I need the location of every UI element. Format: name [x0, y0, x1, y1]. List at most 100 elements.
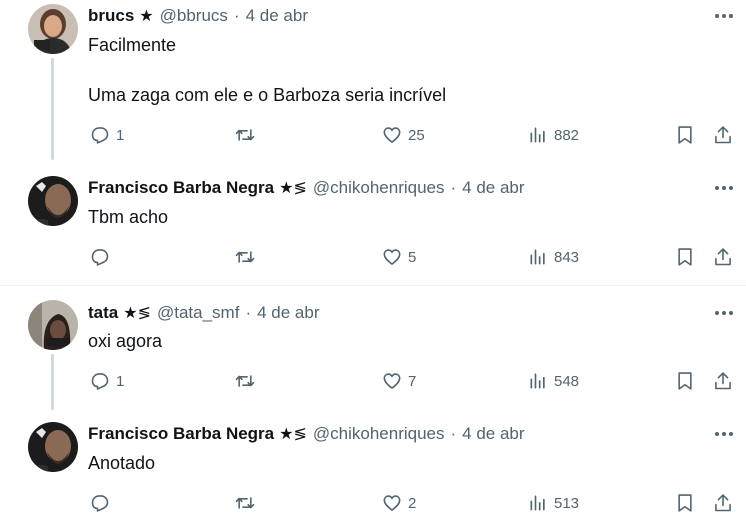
bookmark-button[interactable]	[675, 489, 695, 517]
reply-button[interactable]	[90, 243, 110, 271]
tweet-2[interactable]: Francisco Barba Negra ★≶ @chikohenriques…	[0, 160, 746, 286]
tweet-3[interactable]: tata ★≶ @tata_smf · 4 de abr oxi agora 1…	[0, 286, 746, 410]
tweet-date[interactable]: 4 de abr	[246, 6, 308, 26]
more-icon	[715, 14, 719, 18]
more-options-button[interactable]	[712, 424, 736, 444]
reply-button[interactable]	[90, 489, 110, 517]
more-options-button[interactable]	[712, 303, 736, 323]
views-button[interactable]: 513	[528, 489, 579, 517]
display-name[interactable]: Francisco Barba Negra	[88, 424, 274, 444]
avatar-chikohenriques[interactable]	[28, 176, 78, 226]
user-handle[interactable]: @tata_smf	[157, 303, 239, 323]
tweet-date[interactable]: 4 de abr	[462, 424, 524, 444]
more-icon	[715, 186, 719, 190]
like-count: 5	[408, 248, 417, 266]
share-button[interactable]	[713, 367, 733, 395]
share-button[interactable]	[713, 243, 733, 271]
bookmark-icon	[678, 248, 692, 266]
reply-button[interactable]: 1	[90, 121, 124, 149]
view-count: 882	[554, 126, 580, 144]
bookmark-icon	[678, 494, 692, 512]
heart-icon	[383, 373, 401, 389]
display-name[interactable]: brucs	[88, 6, 134, 26]
reply-count: 1	[116, 372, 125, 390]
like-button[interactable]: 2	[382, 489, 416, 517]
retweet-button[interactable]	[234, 243, 256, 271]
action-bar: 2 513	[0, 489, 746, 517]
share-button[interactable]	[713, 121, 733, 149]
heart-icon	[383, 249, 401, 265]
views-icon	[530, 249, 545, 265]
heart-icon	[383, 127, 401, 143]
tweet-text-line-2: Uma zaga com ele e o Barboza seria incrí…	[88, 85, 447, 105]
separator-dot: ·	[233, 6, 240, 25]
share-icon	[715, 372, 731, 390]
views-icon	[530, 373, 545, 389]
name-badge: ★≶	[123, 305, 151, 322]
user-handle[interactable]: @chikohenriques	[313, 424, 445, 444]
tweet-date[interactable]: 4 de abr	[257, 303, 319, 323]
more-icon	[715, 311, 719, 315]
like-button[interactable]: 7	[382, 367, 416, 395]
views-button[interactable]: 882	[528, 121, 579, 149]
like-button[interactable]: 5	[382, 243, 416, 271]
like-count: 2	[408, 494, 417, 512]
reply-button[interactable]: 1	[90, 367, 124, 395]
views-icon	[530, 495, 545, 511]
avatar-brucs[interactable]	[28, 4, 78, 54]
tweet-header: brucs ★ @bbrucs · 4 de abr	[88, 5, 308, 27]
heart-icon	[383, 495, 401, 511]
retweet-icon	[235, 375, 255, 387]
reply-icon	[91, 495, 109, 512]
tweet-text-line-1: Tbm acho	[88, 207, 169, 227]
bookmark-button[interactable]	[675, 243, 695, 271]
action-bar: 1 7 548	[0, 367, 746, 395]
action-bar: 1 25 882	[0, 121, 746, 149]
bookmark-icon	[678, 372, 692, 390]
view-count: 513	[554, 494, 580, 512]
separator-dot: ·	[450, 178, 457, 197]
share-icon	[715, 248, 731, 266]
tweet-date[interactable]: 4 de abr	[462, 178, 524, 198]
bookmark-icon	[678, 126, 692, 144]
tweet-header: tata ★≶ @tata_smf · 4 de abr	[88, 302, 320, 324]
share-button[interactable]	[713, 489, 733, 517]
bookmark-button[interactable]	[675, 367, 695, 395]
views-button[interactable]: 548	[528, 367, 579, 395]
display-name[interactable]: tata	[88, 303, 118, 323]
views-button[interactable]: 843	[528, 243, 579, 271]
view-count: 843	[554, 248, 580, 266]
like-button[interactable]: 25	[382, 121, 425, 149]
name-badge: ★≶	[279, 426, 307, 443]
more-options-button[interactable]	[712, 178, 736, 198]
separator-dot: ·	[245, 303, 252, 322]
more-options-button[interactable]	[712, 6, 736, 26]
bookmark-button[interactable]	[675, 121, 695, 149]
retweet-button[interactable]	[234, 489, 256, 517]
avatar-tata[interactable]	[28, 300, 78, 350]
display-name[interactable]: Francisco Barba Negra	[88, 178, 274, 198]
view-count: 548	[554, 372, 580, 390]
user-handle[interactable]: @bbrucs	[160, 6, 228, 26]
user-handle[interactable]: @chikohenriques	[313, 178, 445, 198]
like-count: 25	[408, 126, 425, 144]
retweet-button[interactable]	[234, 121, 256, 149]
like-count: 7	[408, 372, 417, 390]
retweet-icon	[235, 497, 255, 509]
reply-icon	[91, 249, 109, 266]
retweet-icon	[235, 129, 255, 141]
tweet-text-line-1: oxi agora	[88, 331, 163, 351]
name-badge: ★≶	[279, 180, 307, 197]
share-icon	[715, 126, 731, 144]
tweet-4[interactable]: Francisco Barba Negra ★≶ @chikohenriques…	[0, 410, 746, 529]
tweet-text-line-1: Facilmente	[88, 35, 177, 55]
name-badge: ★	[139, 8, 154, 25]
retweet-button[interactable]	[234, 367, 256, 395]
tweet-header: Francisco Barba Negra ★≶ @chikohenriques…	[88, 177, 525, 199]
tweet-text-line-1: Anotado	[88, 453, 156, 473]
reply-icon	[91, 373, 109, 390]
avatar-chikohenriques[interactable]	[28, 422, 78, 472]
tweet-header: Francisco Barba Negra ★≶ @chikohenriques…	[88, 423, 525, 445]
tweet-1[interactable]: brucs ★ @bbrucs · 4 de abr Facilmente Um…	[0, 0, 746, 160]
reply-icon	[91, 127, 109, 144]
